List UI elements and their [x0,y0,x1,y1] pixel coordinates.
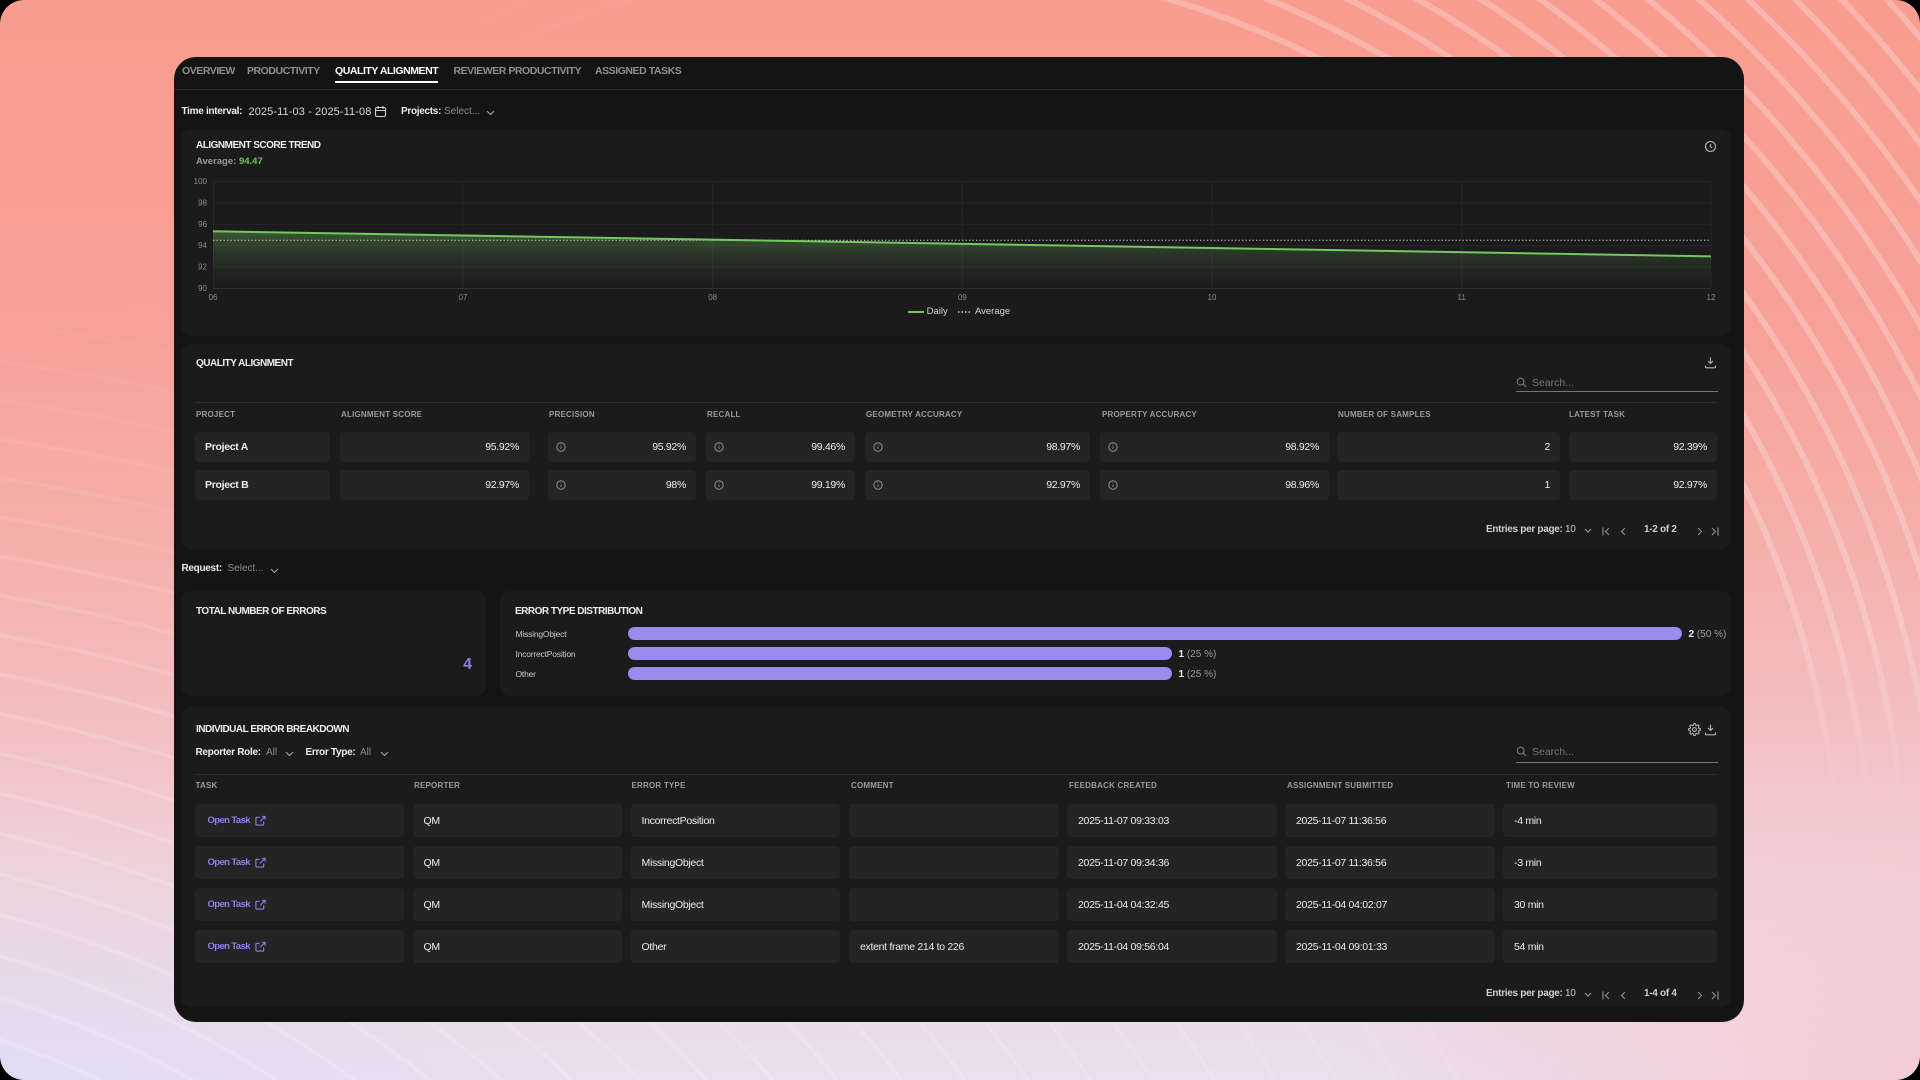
svg-text:92: 92 [198,263,207,272]
svg-text:96: 96 [198,220,207,229]
svg-text:07: 07 [459,293,468,302]
svg-text:100: 100 [194,177,208,186]
svg-text:11: 11 [1458,293,1467,302]
svg-text:06: 06 [209,293,218,302]
svg-text:12: 12 [1707,293,1716,302]
svg-text:94: 94 [198,241,207,250]
svg-text:90: 90 [198,284,207,293]
svg-text:08: 08 [708,293,717,302]
svg-text:10: 10 [1208,293,1217,302]
svg-text:98: 98 [198,198,207,207]
svg-text:09: 09 [958,293,967,302]
